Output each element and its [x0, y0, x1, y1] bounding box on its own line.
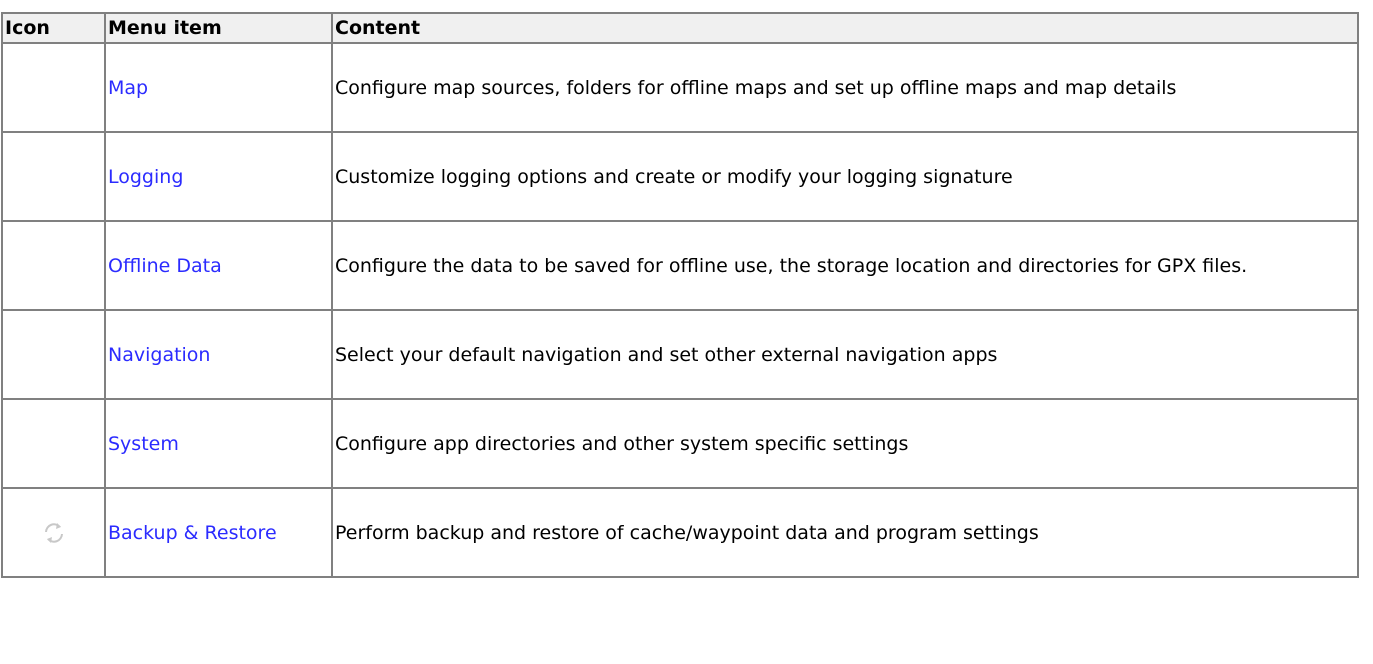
row-icon-cell — [1, 309, 106, 400]
menu-link-offline-data[interactable]: Offline Data — [108, 255, 222, 277]
row-icon-cell — [1, 131, 106, 222]
row-menu-item-cell: System — [104, 398, 333, 489]
row-content: Select your default navigation and set o… — [331, 309, 1359, 400]
sync-arrows-icon — [44, 522, 63, 543]
row-content: Perform backup and restore of cache/wayp… — [331, 487, 1359, 578]
table-row: Navigation Select your default navigatio… — [1, 309, 1359, 400]
row-content: Configure the data to be saved for offli… — [331, 220, 1359, 311]
row-icon-cell — [1, 398, 106, 489]
header-content: Content — [331, 12, 1359, 44]
menu-link-logging[interactable]: Logging — [108, 166, 183, 188]
header-menu-item: Menu item — [104, 12, 333, 44]
row-menu-item-cell: Offline Data — [104, 220, 333, 311]
row-icon-cell — [1, 487, 106, 578]
row-icon-cell — [1, 42, 106, 133]
row-content: Customize logging options and create or … — [331, 131, 1359, 222]
table-row: Map Configure map sources, folders for o… — [1, 42, 1359, 133]
menu-link-system[interactable]: System — [108, 433, 179, 455]
menu-link-backup-restore[interactable]: Backup & Restore — [108, 522, 277, 544]
table-row: Logging Customize logging options and cr… — [1, 131, 1359, 222]
row-menu-item-cell: Map — [104, 42, 333, 133]
header-icon: Icon — [1, 12, 106, 44]
row-menu-item-cell: Backup & Restore — [104, 487, 333, 578]
row-content: Configure app directories and other syst… — [331, 398, 1359, 489]
menu-link-map[interactable]: Map — [108, 77, 148, 99]
row-icon-cell — [1, 220, 106, 311]
row-menu-item-cell: Navigation — [104, 309, 333, 400]
row-menu-item-cell: Logging — [104, 131, 333, 222]
table-row: System Configure app directories and oth… — [1, 398, 1359, 489]
table-row: Backup & Restore Perform backup and rest… — [1, 487, 1359, 578]
row-content: Configure map sources, folders for offli… — [331, 42, 1359, 133]
table-header-row: Icon Menu item Content — [1, 12, 1359, 44]
menu-link-navigation[interactable]: Navigation — [108, 344, 210, 366]
table-row: Offline Data Configure the data to be sa… — [1, 220, 1359, 311]
settings-menu-table: Icon Menu item Content Map Configure map… — [1, 12, 1359, 578]
